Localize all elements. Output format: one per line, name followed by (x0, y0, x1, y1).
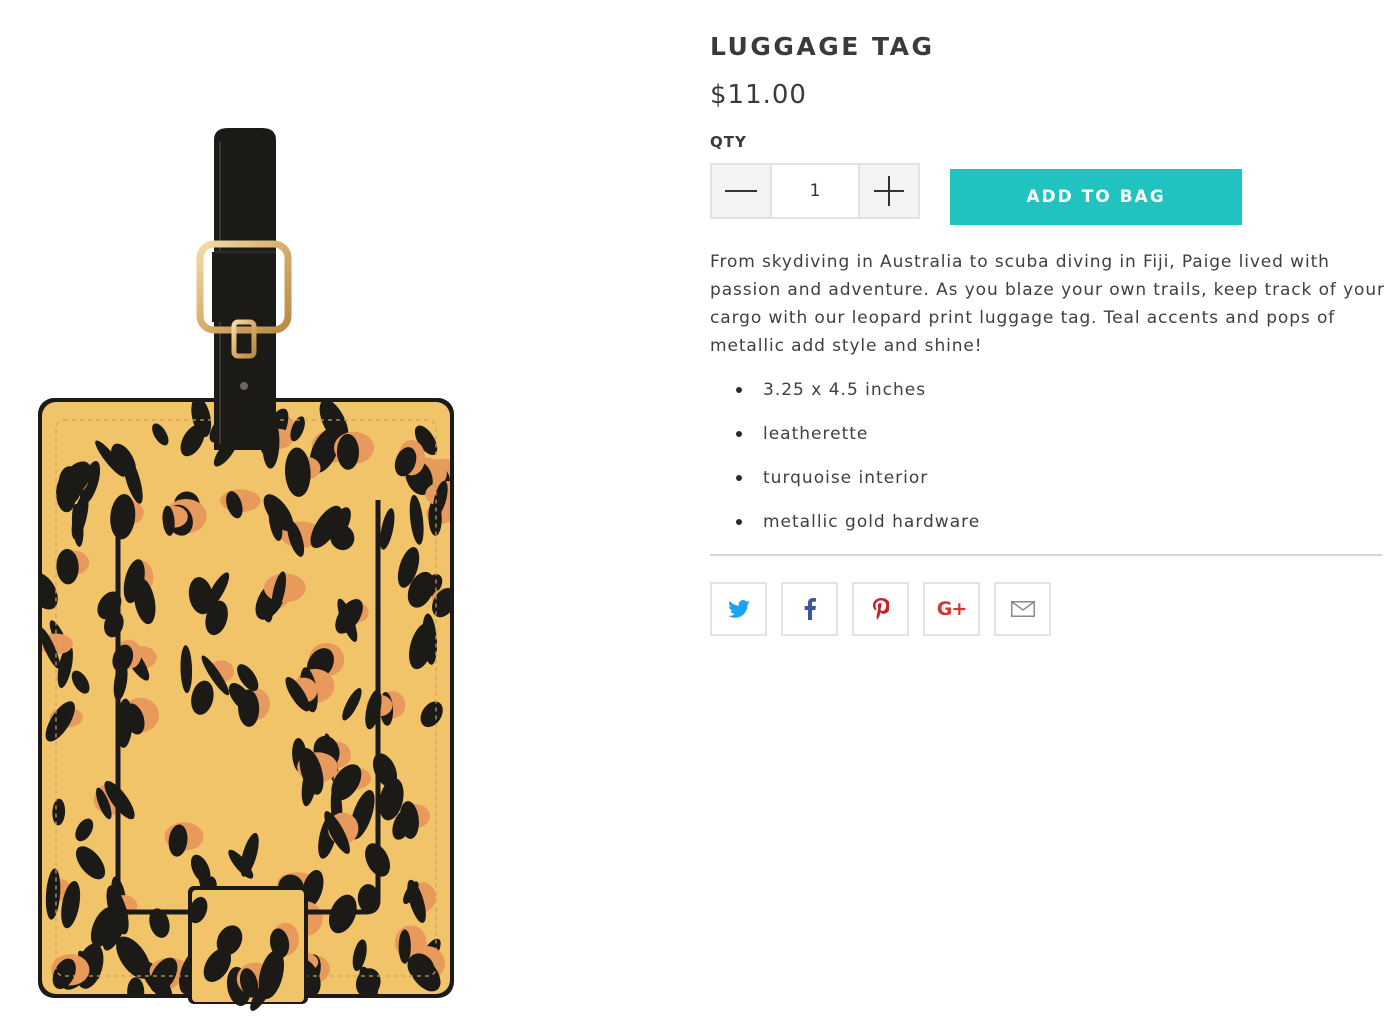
share-pinterest-button[interactable] (852, 582, 909, 636)
divider (710, 554, 1382, 556)
product-price: $11.00 (710, 80, 807, 110)
feature-item: metallic gold hardware (710, 510, 1382, 534)
bullet-icon (736, 475, 742, 481)
facebook-icon (804, 598, 816, 620)
add-to-bag-button[interactable]: ADD TO BAG (950, 169, 1242, 225)
product-image[interactable] (0, 0, 660, 1030)
share-google-plus-button[interactable]: G+ (923, 582, 980, 636)
email-icon (1010, 601, 1035, 617)
pinterest-icon (872, 598, 889, 620)
leopard-spot (398, 929, 411, 964)
luggage-tag-illustration (38, 128, 454, 1011)
share-email-button[interactable] (994, 582, 1051, 636)
feature-list: 3.25 x 4.5 inches leatherette turquoise … (710, 378, 1382, 534)
minus-icon (725, 190, 757, 192)
bullet-icon (736, 431, 742, 437)
bullet-icon (736, 519, 742, 525)
bullet-icon (736, 387, 742, 393)
quantity-stepper (710, 163, 920, 219)
twitter-icon (727, 600, 750, 618)
decrease-qty-button[interactable] (712, 165, 772, 217)
share-buttons: G+ (710, 582, 1382, 636)
feature-item: 3.25 x 4.5 inches (710, 378, 1382, 402)
product-page: LUGGAGE TAG $11.00 QTY ADD TO BAG (0, 0, 1400, 1030)
increase-qty-button[interactable] (858, 165, 918, 217)
feature-item: turquoise interior (710, 466, 1382, 490)
google-plus-icon: G+ (936, 598, 967, 620)
product-title: LUGGAGE TAG (710, 32, 935, 61)
strap-hole (240, 382, 248, 390)
share-facebook-button[interactable] (781, 582, 838, 636)
purchase-row: ADD TO BAG (710, 163, 1382, 225)
qty-label: QTY (710, 133, 747, 151)
product-details: LUGGAGE TAG $11.00 QTY ADD TO BAG (710, 30, 1385, 636)
plus-icon (874, 176, 904, 206)
share-twitter-button[interactable] (710, 582, 767, 636)
quantity-input[interactable] (772, 165, 858, 217)
product-description: From skydiving in Australia to scuba div… (710, 252, 1385, 356)
feature-item: leatherette (710, 422, 1382, 446)
